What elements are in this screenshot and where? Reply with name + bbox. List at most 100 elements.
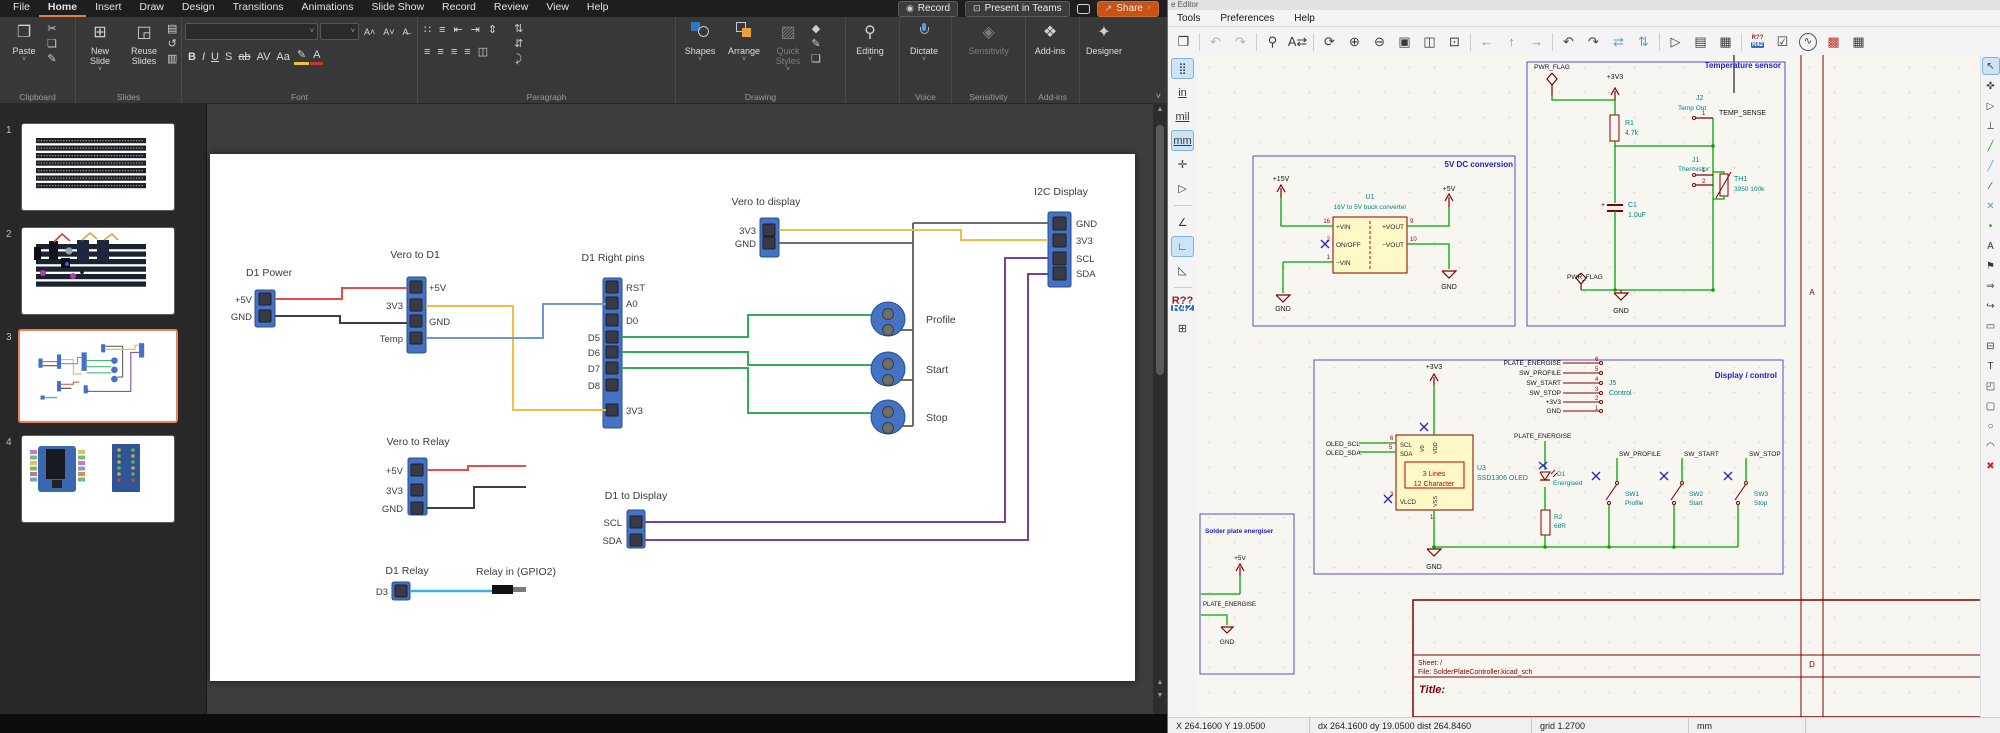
symbol-library-browser-icon[interactable]: ▤ <box>1688 31 1713 53</box>
grid-visibility-icon[interactable]: ⣿ <box>1171 58 1194 79</box>
undo-icon[interactable]: ↶ <box>1203 31 1228 53</box>
shadow-button[interactable]: S <box>222 50 235 64</box>
tab-design[interactable]: Design <box>173 0 224 17</box>
font-color-button[interactable]: A <box>310 48 323 65</box>
dictate-button[interactable]: Dictate˅ <box>903 20 945 88</box>
grow-font-button[interactable]: A˄ <box>361 25 378 39</box>
zoom-fit-objects-icon[interactable]: ◫ <box>1417 31 1442 53</box>
slide-scrollbar[interactable]: ▲ ▲ ▼ <box>1153 103 1167 714</box>
tab-animations[interactable]: Animations <box>293 0 363 17</box>
edit-symbol-icon[interactable]: ▷ <box>1663 31 1688 53</box>
slide-canvas[interactable]: D1 PowerVero to D1D1 Right pinsVero to d… <box>210 154 1135 681</box>
find-icon[interactable]: ⚲ <box>1260 31 1285 53</box>
justify-button[interactable]: ≡ <box>461 45 473 59</box>
clear-formatting-button[interactable]: A̶ <box>400 25 412 39</box>
next-slide-icon[interactable]: ▼ <box>1153 691 1167 701</box>
directive-label-icon[interactable]: ⚑ <box>1982 257 2000 275</box>
slide-1-thumbnail[interactable] <box>21 123 175 211</box>
designer-button[interactable]: ✦ Designer <box>1083 20 1125 88</box>
tab-insert[interactable]: Insert <box>86 0 130 17</box>
collapse-ribbon-button[interactable]: ˅ <box>1156 91 1161 101</box>
textbox-icon[interactable]: ◰ <box>1982 377 2000 395</box>
rotate-ccw-icon[interactable]: ↶ <box>1556 31 1581 53</box>
slide-2-thumbnail[interactable] <box>21 227 175 315</box>
nav-back-icon[interactable]: ← <box>1474 31 1499 53</box>
hv-wires-icon[interactable]: ∟ <box>1171 236 1194 257</box>
pcb-editor-icon[interactable]: ▩ <box>1821 31 1846 53</box>
sheet-pin-icon[interactable]: ⊟ <box>1982 337 2000 355</box>
shapes-button[interactable]: Shapes˅ <box>679 20 721 88</box>
redo-icon[interactable]: ↷ <box>1228 31 1253 53</box>
numbering-button[interactable]: ≡ <box>436 23 448 37</box>
hidden-pins-icon[interactable]: ▷ <box>1171 178 1194 199</box>
tab-review[interactable]: Review <box>485 0 537 17</box>
slide-3-thumbnail-selected[interactable] <box>18 329 178 423</box>
bullets-button[interactable]: ∷ <box>421 23 434 37</box>
junction-icon[interactable]: • <box>1982 217 2000 235</box>
kicad-schematic-canvas[interactable]: 5V DC conversionTemperature sensorDispla… <box>1197 55 1981 718</box>
tab-record[interactable]: Record <box>433 0 485 17</box>
change-case-button[interactable]: Aa <box>273 50 292 64</box>
align-text-button[interactable]: ⇵ <box>514 39 523 50</box>
convert-smartart-button[interactable]: ⤸ <box>514 54 523 65</box>
net-label-icon[interactable]: A <box>1982 237 2000 255</box>
arrange-button[interactable]: Arrange˅ <box>723 20 765 88</box>
new-slide-button[interactable]: ⊞ New Slide˅ <box>79 20 121 88</box>
paste-button[interactable]: ❐ Paste˅ <box>3 20 45 88</box>
fullscreen-cursor-icon[interactable]: ✛ <box>1171 154 1194 175</box>
tab-help[interactable]: Help <box>578 0 618 17</box>
copy-icon[interactable]: ❏ <box>47 39 57 50</box>
highlight-color-button[interactable]: ✎ <box>294 48 309 65</box>
font-size-combo[interactable]: ˅ <box>320 23 359 40</box>
scroll-up-icon[interactable]: ▲ <box>1153 105 1167 115</box>
shape-outline-icon[interactable]: ✎ <box>811 39 821 50</box>
no-connect-icon[interactable]: ✕ <box>1982 197 2000 215</box>
bold-button[interactable]: B <box>185 50 199 64</box>
select-tool-icon[interactable]: ↖ <box>1982 57 2000 75</box>
mirror-h-icon[interactable]: ⇄ <box>1606 31 1631 53</box>
mirror-v-icon[interactable]: ⇅ <box>1631 31 1656 53</box>
comments-button[interactable] <box>1077 4 1090 14</box>
place-power-icon[interactable]: ⊥ <box>1982 117 2000 135</box>
highlight-net-icon[interactable]: ✜ <box>1982 77 2000 95</box>
tab-slide-show[interactable]: Slide Show <box>363 0 434 17</box>
delete-tool-icon[interactable]: ✖ <box>1982 457 2000 475</box>
underline-button[interactable]: U <box>208 50 222 64</box>
menu-tools[interactable]: Tools <box>1177 13 1200 24</box>
slide-4-thumbnail[interactable] <box>21 435 175 523</box>
tab-home[interactable]: Home <box>39 0 86 17</box>
format-painter-icon[interactable]: ✎ <box>47 54 57 65</box>
shrink-font-button[interactable]: A˅ <box>380 25 397 39</box>
section-icon[interactable]: ▥ <box>167 54 177 65</box>
align-center-button[interactable]: ≡ <box>434 45 446 59</box>
scrollbar-thumb[interactable] <box>1156 125 1164 375</box>
units-mm-icon[interactable]: mm <box>1171 130 1194 151</box>
global-label-icon[interactable]: ⇒ <box>1982 277 2000 295</box>
annotate-icon[interactable]: R??R42 <box>1745 31 1770 53</box>
cut-icon[interactable]: ✂ <box>47 24 57 35</box>
increase-indent-button[interactable]: ⇥ <box>468 23 483 37</box>
zoom-selection-icon[interactable]: ⊡ <box>1442 31 1467 53</box>
align-right-button[interactable]: ≡ <box>448 45 460 59</box>
bus-entry-icon[interactable]: ∕ <box>1982 177 2000 195</box>
hier-sheet-icon[interactable]: ▭ <box>1982 317 2000 335</box>
tab-draw[interactable]: Draw <box>130 0 173 17</box>
record-button[interactable]: ◉Record <box>898 1 958 17</box>
menu-help[interactable]: Help <box>1294 13 1315 24</box>
decrease-indent-button[interactable]: ⇤ <box>450 23 465 37</box>
hierarchy-navigator-icon[interactable]: ⊞ <box>1171 318 1194 339</box>
addins-button[interactable]: ❖ Add-ins <box>1029 20 1071 88</box>
rect-icon[interactable]: ▢ <box>1982 397 2000 415</box>
shape-effects-icon[interactable]: ❏ <box>811 54 821 65</box>
find-replace-icon[interactable]: A⇄ <box>1285 31 1310 53</box>
zoom-out-icon[interactable]: ⊖ <box>1367 31 1392 53</box>
draw-wire-icon[interactable]: ╱ <box>1982 137 2000 155</box>
tab-file[interactable]: File <box>4 0 39 17</box>
annotate-auto-icon[interactable]: R??R42 <box>1171 294 1194 315</box>
slide-layout-icon[interactable]: ▤ <box>167 24 177 35</box>
hier-label-icon[interactable]: ↪ <box>1982 297 2000 315</box>
share-button[interactable]: ↗Share˅ <box>1097 1 1159 17</box>
45deg-wires-icon[interactable]: ◺ <box>1171 260 1194 281</box>
reuse-slides-button[interactable]: ◲ Reuse Slides <box>123 20 165 88</box>
strikethrough-button[interactable]: ab <box>235 50 253 64</box>
